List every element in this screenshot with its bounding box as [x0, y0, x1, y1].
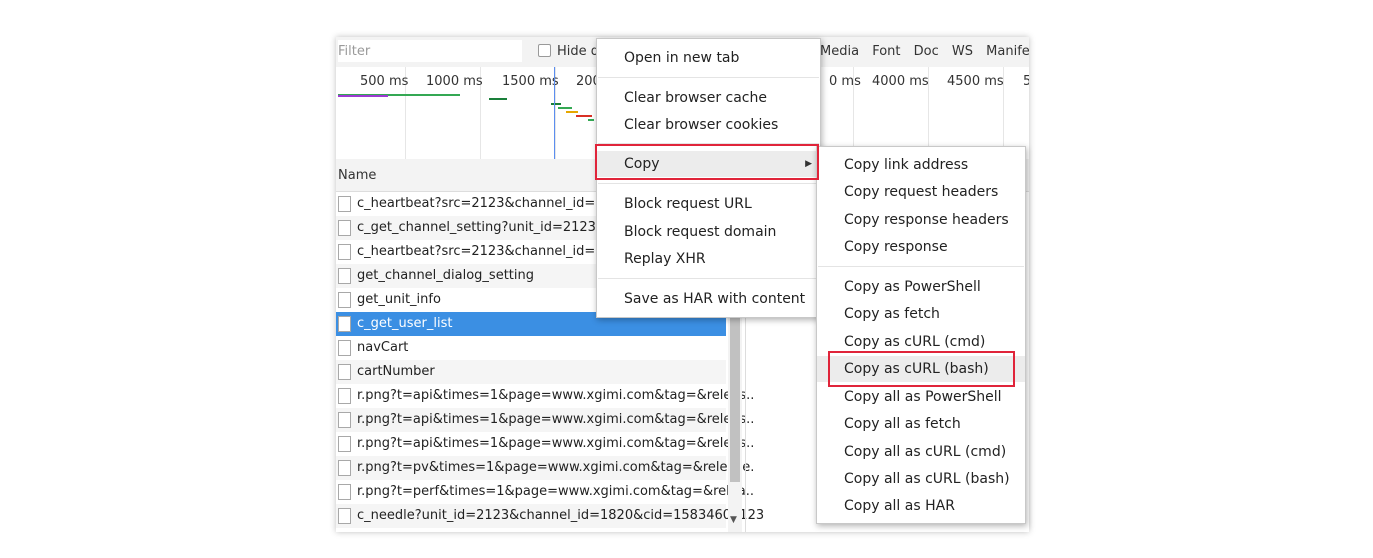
request-row[interactable]: navCart — [336, 336, 726, 360]
file-icon — [338, 436, 351, 452]
menu-item-copy-as-fetch[interactable]: Copy as fetch — [817, 301, 1025, 327]
request-row[interactable]: c_needle?unit_id=2123&channel_id=1820&ci… — [336, 504, 764, 528]
file-icon — [338, 484, 351, 500]
timeline-tick: 4500 ms — [947, 74, 1004, 89]
file-icon — [338, 268, 351, 284]
timeline-tick: 1500 ms — [502, 74, 559, 89]
request-row[interactable]: r.png?t=api&times=1&page=www.xgimi.com&t… — [336, 384, 754, 408]
timeline-tick: 1000 ms — [426, 74, 483, 89]
menu-item-open-new-tab[interactable]: Open in new tab — [597, 45, 820, 71]
file-icon — [338, 196, 351, 212]
menu-item-copy-all-as-har[interactable]: Copy all as HAR — [817, 493, 1025, 519]
file-icon — [338, 340, 351, 356]
menu-item-copy-request-headers[interactable]: Copy request headers — [817, 179, 1025, 205]
file-icon — [338, 388, 351, 404]
menu-item-copy-response-headers[interactable]: Copy response headers — [817, 207, 1025, 233]
filter-ws[interactable]: WS — [952, 44, 973, 59]
checkbox-icon[interactable] — [538, 44, 551, 57]
file-icon — [338, 460, 351, 476]
menu-item-copy-all-as-curl-bash[interactable]: Copy all as cURL (bash) — [817, 466, 1025, 492]
file-icon — [338, 220, 351, 236]
request-row[interactable]: r.png?t=api&times=1&page=www.xgimi.com&t… — [336, 432, 754, 456]
menu-item-clear-cookies[interactable]: Clear browser cookies — [597, 112, 820, 138]
request-row[interactable]: r.png?t=pv&times=1&page=www.xgimi.com&ta… — [336, 456, 754, 480]
filter-doc[interactable]: Doc — [914, 44, 939, 59]
filter-font[interactable]: Font — [872, 44, 900, 59]
menu-item-block-domain[interactable]: Block request domain — [597, 219, 820, 245]
file-icon — [338, 292, 351, 308]
menu-item-copy-link-address[interactable]: Copy link address — [817, 152, 1025, 178]
filter-media[interactable]: Media — [820, 44, 859, 59]
menu-item-copy-all-as-fetch[interactable]: Copy all as fetch — [817, 411, 1025, 437]
menu-item-clear-cache[interactable]: Clear browser cache — [597, 85, 820, 111]
file-icon — [338, 508, 351, 524]
file-icon — [338, 412, 351, 428]
highlight-box-copy — [595, 144, 819, 180]
request-row[interactable]: r.png?t=api&times=1&page=www.xgimi.com&t… — [336, 408, 754, 432]
timeline-tick: 4000 ms — [872, 74, 929, 89]
resource-type-filters: Media Font Doc WS Manifest — [820, 44, 1029, 59]
filter-manifest[interactable]: Manifest — [986, 44, 1029, 59]
menu-item-copy-as-powershell[interactable]: Copy as PowerShell — [817, 274, 1025, 300]
timeline-tick: 500 ms — [360, 74, 409, 89]
scroll-down-icon[interactable]: ▼ — [730, 515, 737, 525]
menu-item-copy-response[interactable]: Copy response — [817, 234, 1025, 260]
file-icon — [338, 244, 351, 260]
menu-item-copy-all-as-powershell[interactable]: Copy all as PowerShell — [817, 384, 1025, 410]
menu-item-replay-xhr[interactable]: Replay XHR — [597, 246, 820, 272]
request-row[interactable]: r.png?t=perf&times=1&page=www.xgimi.com&… — [336, 480, 754, 504]
copy-submenu: Copy link address Copy request headers C… — [816, 146, 1026, 524]
menu-item-save-har[interactable]: Save as HAR with content — [597, 286, 820, 312]
timeline-tick: 5 — [1023, 74, 1029, 89]
file-icon — [338, 316, 351, 332]
menu-item-block-url[interactable]: Block request URL — [597, 191, 820, 217]
highlight-box-copy-as-curl-bash — [828, 351, 1015, 387]
menu-item-copy-all-as-curl-cmd[interactable]: Copy all as cURL (cmd) — [817, 439, 1025, 465]
name-column-header[interactable]: Name — [338, 168, 376, 183]
file-icon — [338, 364, 351, 380]
timeline-tick: 0 ms — [829, 74, 861, 89]
scrollbar-thumb[interactable] — [730, 317, 740, 482]
filter-input[interactable] — [338, 40, 522, 62]
request-row[interactable]: cartNumber — [336, 360, 726, 384]
hide-data-urls-label: Hide d — [557, 44, 600, 59]
